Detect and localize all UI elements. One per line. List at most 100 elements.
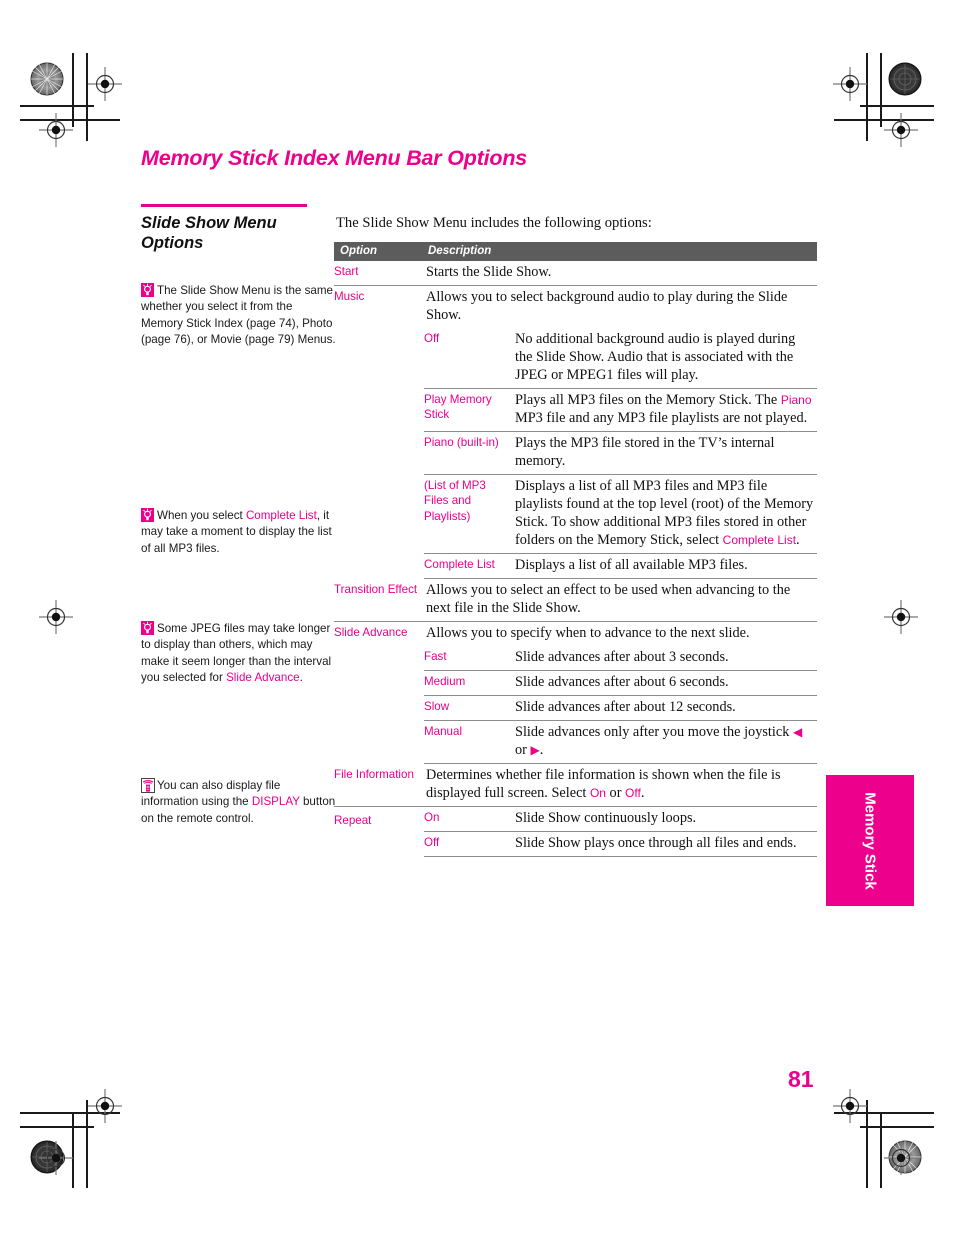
cell-text: Plays the MP3 file stored in the TV’s in… <box>515 435 775 469</box>
table-cell-description: Allows you to specify when to advance to… <box>426 622 817 646</box>
sidebar-heading: Slide Show Menu Options <box>141 214 277 253</box>
table-cell-suboption: Off <box>424 332 440 345</box>
table-cell-description: Determines whether file information is s… <box>426 764 817 806</box>
column-header-description: Description <box>428 245 492 257</box>
registration-mark-bottom-left-b <box>39 1141 73 1175</box>
registration-mark-top-left-a <box>88 67 122 101</box>
tip-lightbulb-icon <box>141 621 154 635</box>
intro-text: The Slide Show Menu includes the followi… <box>336 215 652 231</box>
table-cell-subdescription: Displays a list of all available MP3 fil… <box>515 554 817 578</box>
trim-mark <box>860 1126 934 1128</box>
table-cell-suboption: Play Memory Stick <box>424 393 492 422</box>
table-cell-suboption: Complete List <box>424 558 495 571</box>
table-row: Transition Effect Allows you to select an… <box>334 579 817 622</box>
cell-text: Starts the Slide Show. <box>426 264 552 280</box>
sidebar-rule <box>141 204 307 207</box>
registration-mark-bottom-right-b <box>884 1141 918 1175</box>
table-cell-option: Slide Advance <box>334 626 408 639</box>
table-subrow-group: Off No additional background audio is pla… <box>334 328 817 579</box>
table-cell-option: Music <box>334 290 365 303</box>
cell-text: Allows you to select an effect to be use… <box>426 582 791 616</box>
halftone-target-top-right <box>888 62 922 96</box>
table-subrow: Play Memory Stick Plays all MP3 files on … <box>424 389 817 432</box>
table-row: Start Starts the Slide Show. <box>334 261 817 286</box>
cell-text: Slide advances after about 3 seconds. <box>515 649 729 665</box>
document-page: Memory Stick Index Menu Bar Options Slid… <box>0 0 954 1235</box>
table-cell-subdescription: Slide Show plays once through all files … <box>515 832 817 856</box>
cell-text: No additional background audio is played… <box>515 331 796 383</box>
table-subrow: Fast Slide advances after about 3 seconds… <box>424 646 817 671</box>
remote-control-icon <box>141 778 155 793</box>
note-text: or <box>515 742 531 758</box>
table-cell-subdescription: Slide advances only after you move the j… <box>515 721 817 763</box>
halftone-target-top-left <box>30 62 64 96</box>
joystick-arrow-icon: ◀ <box>792 725 803 739</box>
note-text: Plays all MP3 files on the Memory Stick.… <box>515 392 781 408</box>
table-subrow-group: Fast Slide advances after about 3 seconds… <box>334 646 817 764</box>
page-title: Memory Stick Index Menu Bar Options <box>141 146 528 170</box>
table-row: Music Allows you to select background aud… <box>334 286 817 328</box>
thumb-tab-label: Memory Stick <box>861 791 879 890</box>
table-body: Start Starts the Slide Show. Music Allows y… <box>334 261 817 857</box>
slide-show-options-table: Option Description Start Starts the Slide… <box>334 242 817 857</box>
trim-mark <box>20 105 94 107</box>
note-text: . <box>640 785 645 801</box>
table-cell-description: Starts the Slide Show. <box>426 261 817 285</box>
table-cell-suboption: Piano (built-in) <box>424 436 499 449</box>
registration-mark-mid-right <box>884 600 918 634</box>
table-cell-subdescription: Displays a list of all MP3 files and MP3… <box>515 475 817 553</box>
table-cell-suboption: On <box>424 811 440 824</box>
table-cell-option: File Information <box>334 768 414 781</box>
table-cell-subdescription: Slide advances after about 12 seconds. <box>515 696 817 720</box>
inline-term: On <box>589 786 606 800</box>
table-cell-description: Allows you to select an effect to be use… <box>426 579 817 621</box>
table-cell-subdescription: No additional background audio is played… <box>515 328 817 388</box>
registration-mark-top-right-a <box>833 67 867 101</box>
inline-term: Off <box>625 786 641 800</box>
table-cell-subdescription: Slide advances after about 3 seconds. <box>515 646 817 670</box>
table-cell-option: Transition Effect <box>334 583 418 596</box>
cell-text: Slide Show continuously loops. <box>515 810 697 826</box>
note-text: Slide advances only after you move the j… <box>515 724 793 740</box>
table-cell-suboption: Slow <box>424 700 450 713</box>
table-cell-description: Allows you to select background audio to… <box>426 286 817 328</box>
thumb-tab-memory-stick: Memory Stick <box>826 775 914 906</box>
cell-text: Slide advances after about 12 seconds. <box>515 699 736 715</box>
table-row: File Information Determines whether file … <box>334 764 817 807</box>
table-cell-subdescription: Slide advances after about 6 seconds. <box>515 671 817 695</box>
inline-term: Slide Advance <box>226 671 300 685</box>
note-text: When you select <box>157 509 246 522</box>
column-header-option: Option <box>340 245 378 257</box>
note-text: . <box>539 742 544 758</box>
note-text: . <box>299 671 303 685</box>
table-subrow: Piano (built-in) Plays the MP3 file store… <box>424 432 817 475</box>
inline-term: Piano <box>780 393 812 407</box>
sidebar-note-3: Some JPEG files may take longer to displ… <box>141 621 337 687</box>
cell-text: Slide Show plays once through all files … <box>515 835 797 851</box>
table-subrow: Slow Slide advances after about 12 second… <box>424 696 817 721</box>
registration-mark-bottom-right-a <box>833 1089 867 1123</box>
table-cell-option: Start <box>334 265 359 278</box>
joystick-arrow-icon: ▶ <box>530 743 540 757</box>
trim-mark <box>880 53 882 127</box>
table-cell-suboption: Manual <box>424 725 463 738</box>
registration-mark-top-right-b <box>884 113 918 147</box>
table-cell-subdescription: Plays all MP3 files on the Memory Stick.… <box>515 389 817 431</box>
page-number: 81 <box>788 1066 814 1092</box>
note-text: . <box>796 532 800 548</box>
cell-text: Allows you to specify when to advance to… <box>426 625 750 641</box>
inline-term: Complete List <box>245 509 317 522</box>
table-subrow: (List of MP3 Files and Playlists) Display… <box>424 475 817 554</box>
sidebar-note-2: When you select Complete List, it may ta… <box>141 508 337 557</box>
sidebar-note-1: The Slide Show Menu is the same whether … <box>141 283 337 349</box>
table-subrow: Off Slide Show plays once through all fil… <box>424 832 817 857</box>
trim-mark <box>860 105 934 107</box>
registration-mark-bottom-left-a <box>88 1089 122 1123</box>
table-cell-subdescription: Slide Show continuously loops. <box>515 807 817 831</box>
table-subrow: Complete List Displays a list of all avai… <box>424 554 817 579</box>
table-header-row: Option Description <box>334 242 817 261</box>
table-cell-suboption: Medium <box>424 675 466 688</box>
cell-text: Displays a list of all available MP3 fil… <box>515 557 748 573</box>
registration-mark-mid-left <box>39 600 73 634</box>
tip-lightbulb-icon <box>141 283 154 297</box>
